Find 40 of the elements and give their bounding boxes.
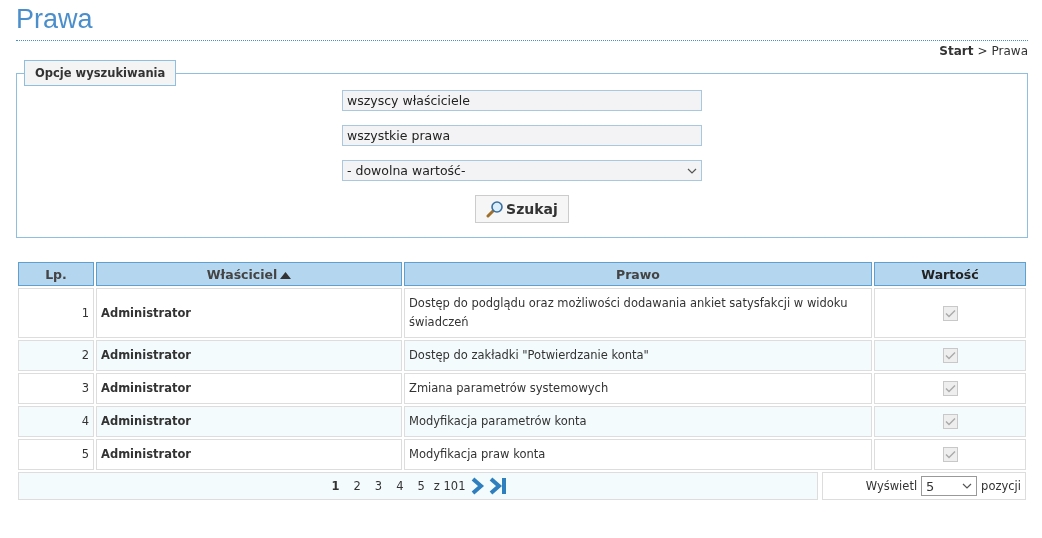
page-link[interactable]: 1: [326, 479, 345, 493]
chevron-down-icon: [687, 167, 697, 174]
table-cell: Administrator: [96, 406, 402, 437]
page-link[interactable]: 5: [412, 479, 430, 493]
column-header[interactable]: Prawo: [404, 262, 872, 286]
breadcrumb-separator: >: [977, 44, 988, 58]
dropdown[interactable]: - dowolna wartość-: [342, 160, 702, 181]
table-cell: Administrator: [96, 373, 402, 404]
column-header[interactable]: Wartość: [874, 262, 1026, 286]
column-header[interactable]: Lp.: [18, 262, 94, 286]
breadcrumb-link[interactable]: Start: [939, 44, 974, 58]
table-cell: Zmiana parametrów systemowych: [404, 373, 872, 404]
table-cell: Administrator: [96, 439, 402, 470]
page-total: z 101: [433, 479, 466, 493]
page-link[interactable]: 3: [369, 479, 388, 493]
search-panel-legend: Opcje wyszukiwania: [24, 60, 177, 86]
table-cell: 3: [18, 373, 94, 404]
table-cell: Modyfikacja praw konta: [404, 439, 872, 470]
column-header[interactable]: Właściciel: [96, 262, 402, 286]
show-label: Wyświetl: [865, 479, 918, 493]
page-title: Prawa: [16, 4, 1028, 41]
table-cell: 2: [18, 340, 94, 371]
next-page-icon[interactable]: [471, 477, 486, 495]
table-cell: 5: [18, 439, 94, 470]
chevron-down-icon: [962, 483, 973, 489]
items-label: pozycji: [981, 479, 1021, 493]
page-link[interactable]: 4: [391, 479, 409, 493]
table-cell: Administrator: [96, 340, 402, 371]
table-cell: 4: [18, 406, 94, 437]
page-size-dropdown[interactable]: 5: [921, 476, 978, 496]
table-cell: Dostęp do zakładki "Potwierdzanie konta": [404, 340, 872, 371]
table-cell: Dostęp do podglądu oraz możliwości dodawania ankiet satysfakcji w widoku świadczeń: [404, 288, 872, 338]
page-link[interactable]: 2: [348, 479, 366, 493]
table-cell: 1: [18, 288, 94, 338]
table-cell: Administrator: [96, 288, 402, 338]
table-cell: Modyfikacja parametrów konta: [404, 406, 872, 437]
search-button[interactable]: Szukaj: [475, 195, 569, 223]
input-field[interactable]: wszystkie prawa: [342, 125, 702, 146]
input-field[interactable]: wszyscy właściciele: [342, 90, 702, 111]
magnifier-icon: [486, 200, 505, 218]
